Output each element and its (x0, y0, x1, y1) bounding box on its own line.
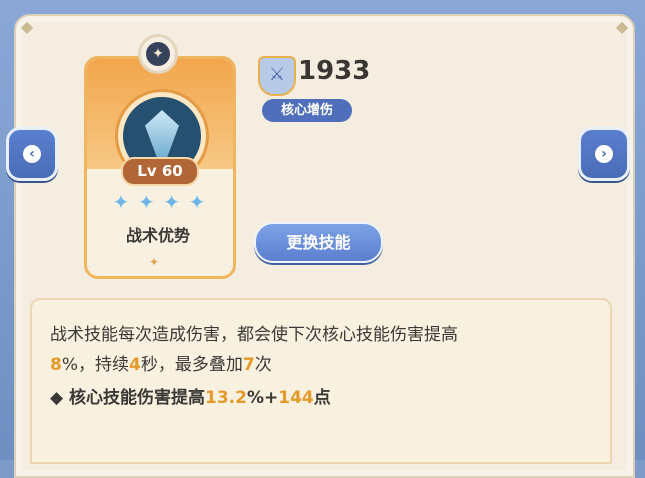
chevron-left-icon: ‹ (23, 145, 41, 163)
prev-skill-button[interactable]: ‹ (6, 127, 58, 181)
value-highlight: 13.2 (205, 388, 247, 408)
shield-sword-icon: ⚔ (258, 56, 296, 96)
description-line: ◆ 核心技能伤害提高13.2%+144点 (50, 383, 331, 408)
description-text: 秒，最多叠加 (140, 355, 243, 375)
crystal-sword-icon (145, 110, 179, 162)
skill-level: Lv 60 (121, 157, 199, 186)
description-line: 8%，持续4秒，最多叠加7次 (50, 350, 272, 375)
star-emblem-icon: ✦ (146, 42, 170, 66)
corner-ornament-icon: ◆ (20, 17, 34, 36)
next-skill-button[interactable]: › (578, 127, 630, 181)
description-text: 次 (254, 355, 272, 375)
star-icon: ✦ (137, 190, 155, 214)
chevron-right-icon: › (595, 145, 613, 163)
skill-badge: ✦ (138, 34, 178, 74)
description-text: 点 (313, 388, 331, 408)
value-highlight: 7 (242, 355, 255, 375)
description-text: ◆ 核心技能伤害提高 (50, 388, 205, 408)
description-text: %+ (246, 388, 279, 408)
power-value: 1933 (298, 56, 371, 86)
star-icon: ✦ (112, 190, 130, 214)
skill-tag: 核心增伤 (262, 99, 352, 122)
change-skill-button[interactable]: 更换技能 (254, 222, 383, 263)
description-text: %，持续 (61, 355, 129, 375)
description-line: 战术技能每次造成伤害，都会使下次核心技能伤害提高 (50, 325, 458, 345)
skill-name: 战术优势 (125, 226, 190, 245)
skill-description: 战术技能每次造成伤害，都会使下次核心技能伤害提高 8%，持续4秒，最多叠加7次 … (30, 298, 612, 464)
corner-ornament-icon: ◆ (615, 17, 629, 36)
skill-stars: ✦ ✦ ✦ ✦ (111, 192, 207, 212)
value-highlight: 144 (278, 388, 314, 408)
value-highlight: 8 (50, 355, 62, 375)
star-icon: ✦ (188, 190, 206, 214)
sparkle-icon: ✦ (149, 255, 160, 269)
value-highlight: 4 (129, 355, 141, 375)
star-icon: ✦ (163, 190, 181, 214)
